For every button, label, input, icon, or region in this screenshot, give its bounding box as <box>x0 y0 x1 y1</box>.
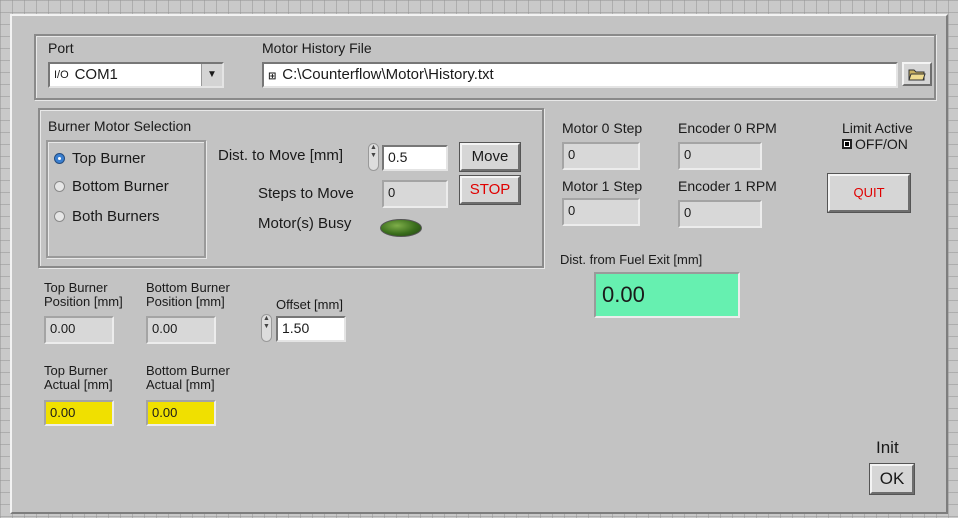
top-position-label: Top Burner Position [mm] <box>44 280 123 309</box>
port-label: Port <box>48 40 74 56</box>
limit-toggle-label: OFF/ON <box>855 136 908 152</box>
ok-button[interactable]: OK <box>869 463 915 495</box>
bottom-position-display: 0.00 <box>146 316 216 344</box>
radio-unselected-icon <box>54 211 65 222</box>
offset-label: Offset [mm] <box>276 297 343 312</box>
radio-label: Bottom Burner <box>72 178 169 195</box>
motor0-step-label: Motor 0 Step <box>562 120 643 136</box>
browse-button[interactable] <box>902 62 932 86</box>
limit-active-label: Limit Active <box>842 120 913 136</box>
encoder0-display: 0 <box>678 142 762 170</box>
radio-top-burner[interactable]: Top Burner <box>54 150 145 167</box>
history-label: Motor History File <box>262 40 372 56</box>
history-path-field[interactable]: ⊞ C:\Counterflow\Motor\History.txt <box>262 62 898 88</box>
steps-to-move-display: 0 <box>382 180 448 208</box>
fuel-exit-display: 0.00 <box>594 272 740 318</box>
motor1-step-label: Motor 1 Step <box>562 178 643 194</box>
path-icon: ⊞ <box>268 71 277 82</box>
offset-input[interactable]: 1.50 <box>276 316 346 342</box>
radio-selected-icon <box>54 153 65 164</box>
chevron-down-icon[interactable]: ▼ <box>201 64 222 86</box>
init-label: Init <box>876 438 899 457</box>
encoder0-label: Encoder 0 RPM <box>678 120 777 136</box>
bottom-actual-label: Bottom Burner Actual [mm] <box>146 363 230 392</box>
top-actual-label: Top Burner Actual [mm] <box>44 363 113 392</box>
stop-button[interactable]: STOP <box>459 175 521 205</box>
bottom-position-label: Bottom Burner Position [mm] <box>146 280 230 309</box>
fuel-exit-label: Dist. from Fuel Exit [mm] <box>560 252 703 267</box>
limit-toggle[interactable]: OFF/ON <box>842 136 908 152</box>
motor-busy-label: Motor(s) Busy <box>258 215 352 232</box>
quit-button[interactable]: QUIT <box>827 173 911 213</box>
folder-icon <box>908 69 926 81</box>
top-position-display: 0.00 <box>44 316 114 344</box>
move-button[interactable]: Move <box>459 142 521 172</box>
port-value: COM1 <box>74 66 118 83</box>
history-path: C:\Counterflow\Motor\History.txt <box>282 66 494 83</box>
radio-both-burners[interactable]: Both Burners <box>54 208 160 225</box>
limit-led <box>842 139 852 149</box>
top-actual-display: 0.00 <box>44 400 114 426</box>
radio-label: Top Burner <box>72 150 146 167</box>
radio-label: Both Burners <box>72 208 160 225</box>
motor0-step-display: 0 <box>562 142 640 170</box>
steps-to-move-label: Steps to Move <box>258 185 354 202</box>
motor1-step-display: 0 <box>562 198 640 226</box>
offset-spinner[interactable]: ▲ ▼ <box>261 314 272 342</box>
port-select[interactable]: I/O COM1 ▼ <box>48 62 224 88</box>
radio-unselected-icon <box>54 181 65 192</box>
bottom-actual-display: 0.00 <box>146 400 216 426</box>
encoder1-label: Encoder 1 RPM <box>678 178 777 194</box>
dist-spinner[interactable]: ▲ ▼ <box>368 143 379 171</box>
dist-to-move-input[interactable]: 0.5 <box>382 145 448 171</box>
io-icon: I/O <box>54 69 69 81</box>
selection-title: Burner Motor Selection <box>48 118 192 134</box>
radio-bottom-burner[interactable]: Bottom Burner <box>54 178 169 195</box>
encoder1-display: 0 <box>678 200 762 228</box>
dist-to-move-label: Dist. to Move [mm] <box>218 147 344 164</box>
motor-busy-led <box>380 219 422 237</box>
